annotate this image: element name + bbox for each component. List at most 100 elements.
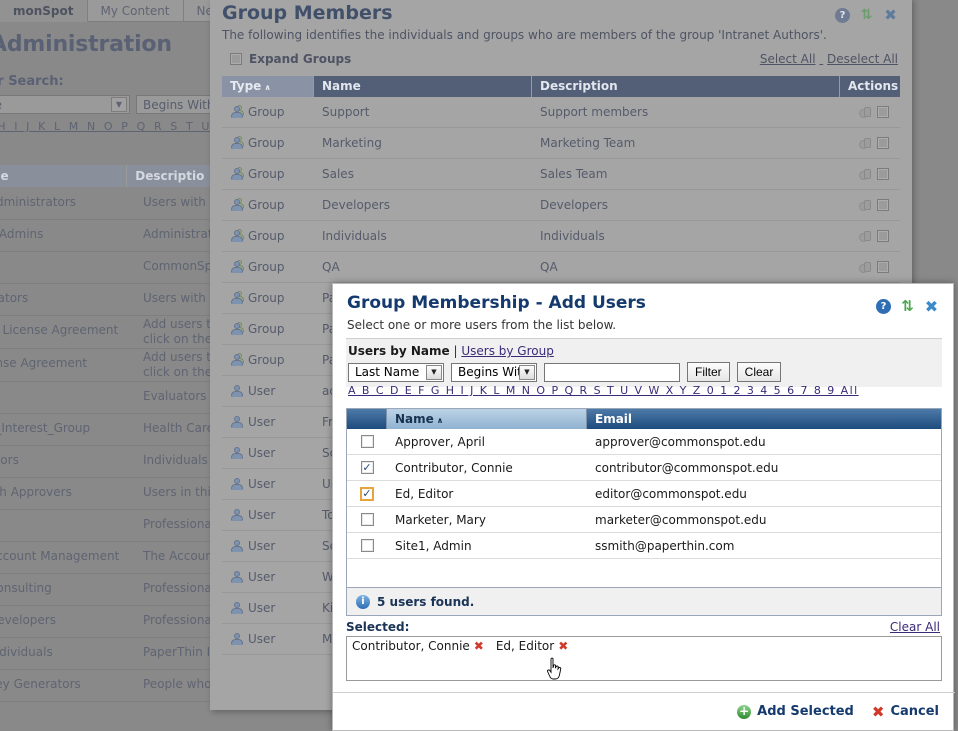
- row-name: e_Interest_Group: [0, 421, 91, 435]
- table-row[interactable]: Group QA QA: [222, 252, 900, 283]
- clear-all-link[interactable]: Clear All: [890, 620, 940, 634]
- table-row[interactable]: Site1, Admin ssmith@paperthin.com: [347, 533, 941, 559]
- table-row[interactable]: thors Individuals: [0, 446, 215, 478]
- user-name: Approver, April: [395, 434, 485, 449]
- table-row[interactable]: Approver, April approver@commonspot.edu: [347, 429, 941, 455]
- filter-button[interactable]: Filter: [687, 362, 730, 382]
- clear-button[interactable]: Clear: [736, 362, 782, 382]
- background-field-select[interactable]: ne ▼: [0, 95, 130, 114]
- help-icon[interactable]: ?: [876, 299, 891, 314]
- field-select[interactable]: Last Name ▼: [348, 362, 444, 382]
- row-type: User: [222, 508, 314, 522]
- permissions-icon[interactable]: [859, 106, 872, 119]
- refresh-icon[interactable]: ⇅: [859, 8, 874, 23]
- table-row[interactable]: Account Management The Accoun: [0, 542, 215, 574]
- row-select-checkbox[interactable]: [877, 168, 889, 180]
- row-actions: [840, 168, 900, 181]
- table-row[interactable]: ense Agreement Add users tclick on the: [0, 349, 215, 382]
- table-row[interactable]: Professiona: [0, 510, 215, 542]
- table-row[interactable]: y Admins Administrat: [0, 220, 215, 252]
- table-row[interactable]: Key Generators People who: [0, 670, 215, 702]
- user-select-checkbox[interactable]: [360, 435, 374, 448]
- row-description: QA: [540, 260, 558, 274]
- table-row[interactable]: trators Users with: [0, 284, 215, 316]
- row-select-checkbox[interactable]: [877, 106, 889, 118]
- users-th-email[interactable]: Email: [587, 409, 941, 429]
- row-type-label: Group: [248, 291, 285, 305]
- table-row[interactable]: Ed, Editor editor@commonspot.edu: [347, 481, 941, 507]
- permissions-icon[interactable]: [859, 137, 872, 150]
- status-bar: i 5 users found.: [346, 588, 942, 616]
- user-select-checkbox[interactable]: [360, 513, 374, 526]
- row-select-checkbox[interactable]: [877, 230, 889, 242]
- tab-commonspot[interactable]: monSpot: [0, 0, 88, 22]
- table-row[interactable]: CommonSp: [0, 252, 215, 284]
- row-description: Professiona: [143, 517, 212, 531]
- expand-groups-option[interactable]: Expand Groups: [230, 52, 351, 66]
- user-email: approver@commonspot.edu: [595, 434, 766, 449]
- table-row[interactable]: Marketer, Mary marketer@commonspot.edu: [347, 507, 941, 533]
- table-row[interactable]: e_Interest_Group Health Care: [0, 414, 215, 446]
- select-all-link[interactable]: Select All: [760, 52, 816, 66]
- selected-label: Selected:: [346, 620, 410, 634]
- permissions-icon[interactable]: [859, 199, 872, 212]
- user-select-checkbox[interactable]: [360, 486, 374, 501]
- add-selected-button[interactable]: + Add Selected: [737, 704, 854, 719]
- row-type: Group: [222, 136, 314, 150]
- gm-th-description[interactable]: Description: [532, 76, 840, 97]
- row-checkbox-cell: [347, 513, 387, 526]
- row-type: User: [222, 632, 314, 646]
- row-select-checkbox[interactable]: [877, 199, 889, 211]
- table-row[interactable]: Evaluators: [0, 382, 215, 414]
- remove-chip-icon[interactable]: ✖: [474, 639, 484, 653]
- refresh-icon[interactable]: ⇅: [900, 299, 915, 314]
- table-row[interactable]: Individuals PaperThin I: [0, 638, 215, 670]
- table-row[interactable]: Administrators Users with: [0, 188, 215, 220]
- table-row[interactable]: Group Individuals Individuals: [222, 221, 900, 252]
- tab-my-content[interactable]: My Content: [88, 0, 184, 22]
- operator-select[interactable]: Begins With ▼: [451, 362, 537, 382]
- user-name: Ed, Editor: [395, 486, 454, 501]
- row-name: Consulting: [0, 581, 52, 595]
- table-row[interactable]: Group Sales Sales Team: [222, 159, 900, 190]
- table-row[interactable]: Consulting Professiona: [0, 574, 215, 606]
- user-icon: [230, 384, 244, 398]
- permissions-icon[interactable]: [859, 261, 872, 274]
- table-row[interactable]: Contributor, Connie contributor@commonspo…: [347, 455, 941, 481]
- alphabet-filter[interactable]: A B C D E F G H I J K L M N O P Q R S T …: [348, 384, 859, 397]
- table-row[interactable]: Group Support Support members: [222, 97, 900, 128]
- table-row[interactable]: Group Developers Developers: [222, 190, 900, 221]
- row-actions: [840, 106, 900, 119]
- gm-th-type[interactable]: Type ∧: [222, 76, 314, 97]
- users-th-name-label: Name: [395, 412, 434, 426]
- tab-users-by-name[interactable]: Users by Name: [348, 344, 450, 358]
- tab-users-by-group[interactable]: Users by Group: [461, 344, 553, 358]
- row-select-checkbox[interactable]: [877, 137, 889, 149]
- row-description: Administrat: [143, 227, 213, 241]
- deselect-all-link[interactable]: Deselect All: [827, 52, 898, 66]
- table-row[interactable]: Group Marketing Marketing Team: [222, 128, 900, 159]
- table-row[interactable]: tch Approvers Users in thi: [0, 478, 215, 510]
- help-icon[interactable]: ?: [835, 8, 850, 23]
- row-select-checkbox[interactable]: [877, 261, 889, 273]
- close-icon[interactable]: ✖: [924, 299, 939, 315]
- search-input[interactable]: [544, 362, 680, 382]
- table-row[interactable]: Developers Professiona: [0, 606, 215, 638]
- remove-chip-icon[interactable]: ✖: [558, 639, 568, 653]
- user-select-checkbox[interactable]: [360, 539, 374, 552]
- sort-asc-icon: ∧: [264, 83, 271, 92]
- expand-groups-checkbox[interactable]: [230, 53, 242, 65]
- gm-th-name[interactable]: Name: [314, 76, 532, 97]
- background-th-name[interactable]: me: [0, 165, 128, 187]
- users-th-name[interactable]: Name ∧: [387, 409, 587, 429]
- permissions-icon[interactable]: [859, 168, 872, 181]
- close-icon[interactable]: ✖: [883, 8, 898, 23]
- info-icon: i: [356, 594, 370, 609]
- permissions-icon[interactable]: [859, 230, 872, 243]
- background-th-description[interactable]: Descriptio: [127, 165, 215, 187]
- user-select-checkbox[interactable]: [360, 461, 374, 474]
- row-description: People who: [143, 677, 212, 691]
- background-field-select-value: ne: [0, 98, 2, 112]
- table-row[interactable]: al License Agreement Add users t click on …: [0, 316, 215, 349]
- cancel-button[interactable]: ✖ Cancel: [872, 703, 939, 721]
